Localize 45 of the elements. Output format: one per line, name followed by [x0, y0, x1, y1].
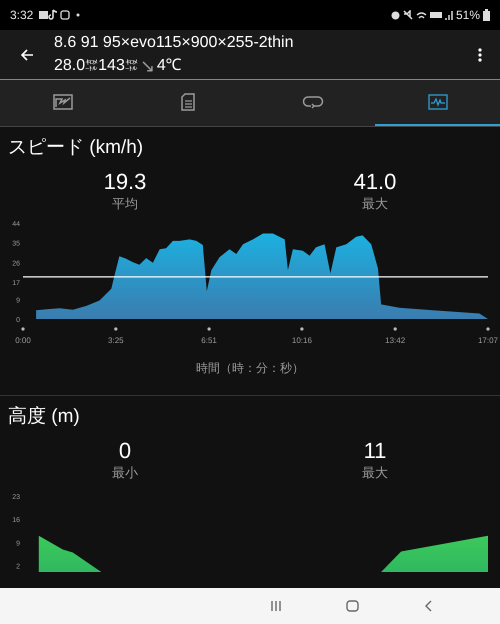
axis-tick-dot	[300, 327, 304, 331]
temperature-value: 4℃	[156, 56, 182, 76]
stat-label: 最小	[112, 464, 138, 482]
section-title: スピード (km/h)	[7, 136, 144, 160]
loop-icon	[302, 95, 324, 109]
activity-title: 8.6 91 95×evo115×900×255-2thin	[54, 33, 294, 53]
ascent-value: 143	[98, 56, 125, 76]
back-arrow-icon	[20, 48, 34, 62]
stat-label: 最大	[362, 195, 388, 213]
axis-tick-label: 13:42	[385, 336, 406, 345]
axis-tick-dot	[394, 327, 397, 331]
axis-tick-dot	[114, 327, 118, 331]
document-icon	[180, 93, 194, 111]
distance-unit: ㌖	[85, 57, 98, 75]
stat-value: 19.3	[104, 169, 146, 195]
stat-value: 41.0	[354, 169, 396, 195]
mute-icon	[402, 10, 413, 20]
axis-tick-label: 0:00	[15, 336, 31, 345]
stat-value: 0	[118, 438, 132, 464]
clock-time: 3:32	[10, 7, 34, 24]
distance-value: 28.0	[54, 56, 86, 76]
stat-label: 平均	[112, 195, 138, 213]
axis-tick-label: 3:25	[108, 336, 124, 345]
axis-title: 時間（時：分：秒）	[195, 360, 305, 377]
chart-icon	[428, 94, 448, 110]
home-icon	[346, 600, 358, 612]
stat-label: 最大	[362, 464, 388, 482]
axis-tick-label: 10:16	[292, 336, 312, 345]
axis-tick-dot	[486, 327, 490, 331]
stat-value: 11	[364, 438, 386, 464]
ascent-unit: ㌖	[124, 57, 138, 75]
trend-arrow: ↘	[140, 56, 155, 76]
recent-apps-icon	[270, 600, 282, 612]
back-chevron-icon	[424, 600, 432, 612]
wifi-icon	[416, 11, 427, 19]
axis-tick-label: 17:07	[478, 336, 498, 345]
battery-icon	[483, 9, 490, 21]
axis-tick-dot	[208, 327, 211, 331]
axis-tick-label: 6:51	[201, 336, 217, 345]
map-icon	[52, 94, 72, 110]
axis-tick-dot	[21, 327, 25, 331]
section-title: 高度 (m)	[7, 405, 81, 429]
more-vertical-icon	[478, 48, 482, 62]
battery-percent: 51%	[456, 7, 480, 24]
signal-icon	[444, 10, 453, 20]
